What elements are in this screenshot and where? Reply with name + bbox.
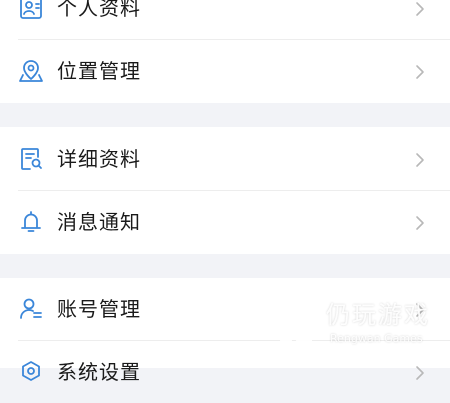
chevron-right-icon [414,365,426,381]
chevron-right-icon [414,152,426,168]
chevron-right-icon [414,1,426,17]
chevron-right-icon [414,64,426,80]
menu-item-system-settings[interactable]: 系统设置 [0,341,450,403]
settings-icon [18,359,44,385]
watermark-subtitle: Rengwan Games [330,332,423,345]
menu-item-label: 系统设置 [57,360,141,384]
menu-item-notifications[interactable]: 消息通知 [0,191,450,253]
menu-item-label: 账号管理 [57,297,141,321]
watermark: 仍玩游戏 Rengwan Games [276,300,446,350]
menu-item-label: 消息通知 [57,210,141,234]
document-search-icon [18,146,44,172]
chevron-right-icon [414,215,426,231]
profile-card-icon [18,0,44,21]
menu-item-label: 详细资料 [57,147,141,171]
bell-icon [18,209,44,235]
user-manage-icon [18,296,44,322]
menu-item-label: 位置管理 [57,59,141,83]
menu-item-details[interactable]: 详细资料 [0,128,450,190]
settings-group-2: 详细资料 消息通知 [0,127,450,254]
watermark-name: 仍玩游戏 [326,301,430,329]
map-location-icon [18,58,44,84]
settings-group-1: 个人资料 位置管理 [0,0,450,103]
menu-item-profile[interactable]: 个人资料 [0,0,450,39]
watermark-logo-icon [276,300,316,344]
menu-item-location[interactable]: 位置管理 [0,40,450,102]
menu-item-label: 个人资料 [57,0,141,20]
